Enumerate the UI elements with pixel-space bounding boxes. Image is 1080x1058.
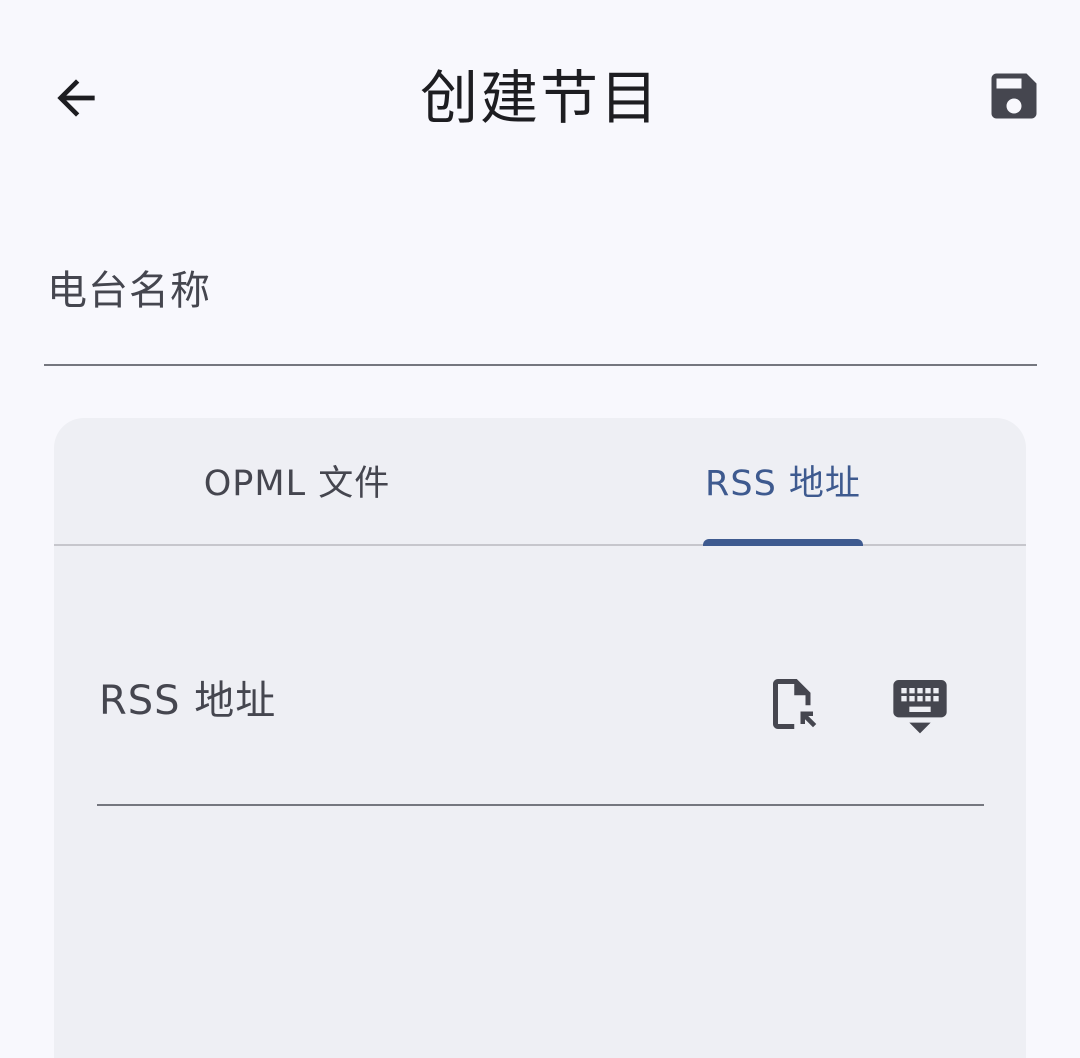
hide-keyboard-button[interactable] <box>880 664 960 744</box>
rss-url-field[interactable]: RSS 地址 <box>97 640 984 806</box>
tab-selected-indicator <box>703 539 863 546</box>
keyboard-hide-icon <box>893 680 947 734</box>
station-name-underline <box>44 364 1037 366</box>
station-name-label: 电台名称 <box>47 268 211 314</box>
page-title: 创建节目 <box>419 64 660 132</box>
save-button[interactable] <box>974 56 1054 136</box>
file-select-icon <box>773 679 817 729</box>
source-tabs: OPML 文件 RSS 地址 <box>54 418 1026 546</box>
save-icon <box>991 73 1037 119</box>
tab-rss-url-label: RSS 地址 <box>705 463 861 504</box>
tab-divider <box>54 544 1026 546</box>
select-file-button[interactable] <box>753 664 833 744</box>
rss-url-underline <box>97 804 984 806</box>
source-card: OPML 文件 RSS 地址 RSS 地址 <box>54 418 1026 1058</box>
rss-url-label: RSS 地址 <box>99 678 277 724</box>
top-app-bar: 创建节目 <box>0 0 1080 196</box>
tab-opml-file[interactable]: OPML 文件 <box>54 418 540 546</box>
tab-rss-url[interactable]: RSS 地址 <box>540 418 1026 546</box>
tab-opml-file-label: OPML 文件 <box>203 463 391 504</box>
station-name-field[interactable]: 电台名称 <box>44 250 1037 366</box>
